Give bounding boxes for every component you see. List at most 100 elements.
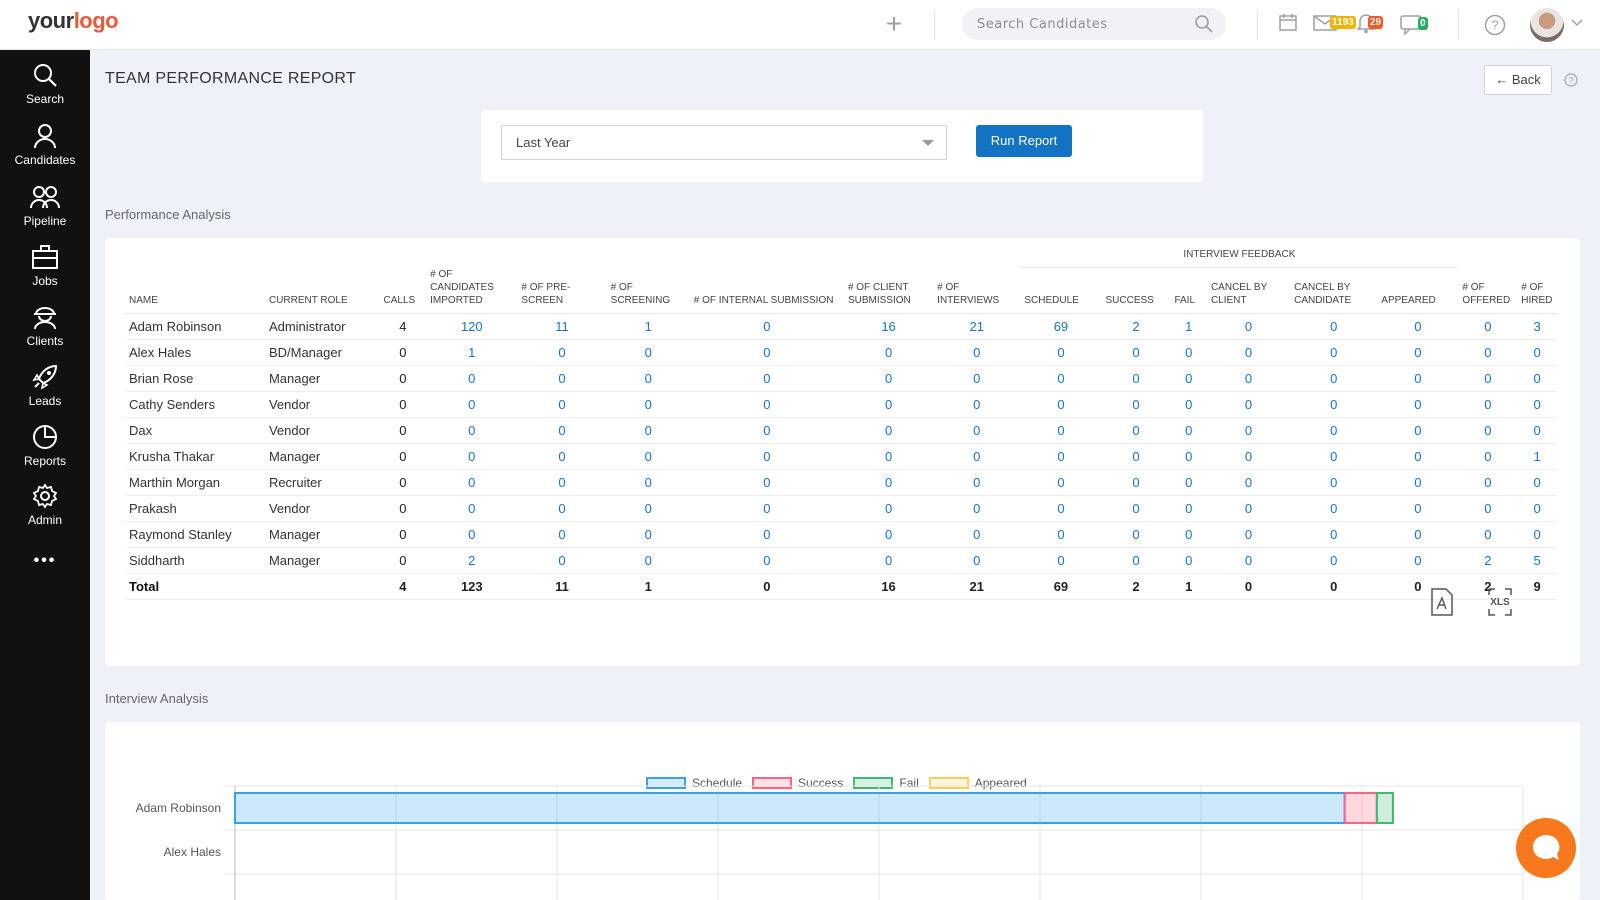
sidebar-item-admin[interactable]: Admin <box>0 483 90 539</box>
metric-cell[interactable]: 0 <box>1170 417 1207 444</box>
metric-cell[interactable]: 0 <box>606 391 690 418</box>
help-icon[interactable]: ? <box>1564 73 1578 87</box>
back-button[interactable]: ← Back <box>1484 65 1552 95</box>
metric-cell[interactable]: 0 <box>426 391 518 418</box>
run-report-button[interactable]: Run Report <box>976 125 1072 157</box>
bar-fail[interactable] <box>1375 792 1394 824</box>
metric-cell[interactable]: 0 <box>1377 339 1459 366</box>
metric-cell[interactable]: 120 <box>426 313 518 340</box>
metric-cell[interactable]: 0 <box>1377 365 1459 392</box>
metric-cell[interactable]: 0 <box>1290 313 1378 340</box>
metric-cell[interactable]: 0 <box>606 495 690 522</box>
metric-cell[interactable]: 0 <box>1377 521 1459 548</box>
metric-cell[interactable]: 0 <box>843 417 934 444</box>
metric-cell[interactable]: 0 <box>1458 313 1518 340</box>
metric-cell[interactable]: 0 <box>843 391 934 418</box>
metric-cell[interactable]: 0 <box>517 469 607 496</box>
sidebar-item-candidates[interactable]: Candidates <box>0 123 90 179</box>
metric-cell[interactable]: 0 <box>1458 495 1518 522</box>
metric-cell[interactable]: 0 <box>1206 417 1291 444</box>
sidebar-item-clients[interactable]: Clients <box>0 304 90 360</box>
metric-cell[interactable]: 0 <box>426 365 518 392</box>
metric-cell[interactable]: 0 <box>606 521 690 548</box>
metric-cell[interactable]: 0 <box>1101 495 1171 522</box>
metric-cell[interactable]: 0 <box>426 469 518 496</box>
metric-cell[interactable]: 0 <box>1377 495 1459 522</box>
metric-cell[interactable]: 0 <box>689 443 844 470</box>
metric-cell[interactable]: 0 <box>1020 495 1102 522</box>
metric-cell[interactable]: 0 <box>1290 469 1378 496</box>
metric-cell[interactable]: 0 <box>1517 495 1557 522</box>
sidebar-item-pipeline[interactable]: Pipeline <box>0 184 90 240</box>
metric-cell[interactable]: 0 <box>1377 443 1459 470</box>
metric-cell[interactable]: 0 <box>933 391 1021 418</box>
metric-cell[interactable]: 0 <box>1458 339 1518 366</box>
metric-cell[interactable]: 5 <box>1517 547 1557 574</box>
chat-widget-button[interactable] <box>1516 818 1576 878</box>
metric-cell[interactable]: 0 <box>1290 391 1378 418</box>
metric-cell[interactable]: 0 <box>1206 391 1291 418</box>
metric-cell[interactable]: 0 <box>689 417 844 444</box>
avatar[interactable] <box>1530 8 1564 42</box>
metric-cell[interactable]: 0 <box>1206 339 1291 366</box>
metric-cell[interactable]: 0 <box>517 495 607 522</box>
metric-cell[interactable]: 0 <box>1290 417 1378 444</box>
bar-success[interactable] <box>1343 792 1378 824</box>
metric-cell[interactable]: 0 <box>517 365 607 392</box>
metric-cell[interactable]: 0 <box>1206 495 1291 522</box>
metric-cell[interactable]: 0 <box>933 521 1021 548</box>
metric-cell[interactable]: 0 <box>1020 417 1102 444</box>
metric-cell[interactable]: 0 <box>1377 313 1459 340</box>
chevron-down-icon[interactable] <box>1570 18 1584 28</box>
metric-cell[interactable]: 0 <box>843 495 934 522</box>
pdf-export-icon[interactable] <box>1431 588 1453 616</box>
metric-cell[interactable]: 0 <box>1170 547 1207 574</box>
metric-cell[interactable]: 0 <box>517 339 607 366</box>
metric-cell[interactable]: 1 <box>1517 443 1557 470</box>
metric-cell[interactable]: 0 <box>1458 521 1518 548</box>
metric-cell[interactable]: 0 <box>1458 391 1518 418</box>
metric-cell[interactable]: 2 <box>1458 547 1518 574</box>
metric-cell[interactable]: 0 <box>1290 443 1378 470</box>
metric-cell[interactable]: 69 <box>1020 313 1102 340</box>
metric-cell[interactable]: 0 <box>606 547 690 574</box>
metric-cell[interactable]: 0 <box>1020 339 1102 366</box>
metric-cell[interactable]: 0 <box>689 547 844 574</box>
metric-cell[interactable]: 0 <box>689 365 844 392</box>
xls-export-icon[interactable]: XLS <box>1487 588 1513 616</box>
metric-cell[interactable]: 0 <box>1458 443 1518 470</box>
metric-cell[interactable]: 0 <box>1101 391 1171 418</box>
metric-cell[interactable]: 0 <box>1458 417 1518 444</box>
metric-cell[interactable]: 0 <box>1170 443 1207 470</box>
add-icon[interactable]: + <box>880 10 908 38</box>
metric-cell[interactable]: 0 <box>1101 365 1171 392</box>
metric-cell[interactable]: 0 <box>606 365 690 392</box>
metric-cell[interactable]: 0 <box>1517 417 1557 444</box>
metric-cell[interactable]: 0 <box>1290 365 1378 392</box>
metric-cell[interactable]: 0 <box>1101 339 1171 366</box>
metric-cell[interactable]: 0 <box>933 547 1021 574</box>
metric-cell[interactable]: 0 <box>1206 313 1291 340</box>
metric-cell[interactable]: 0 <box>1020 547 1102 574</box>
metric-cell[interactable]: 11 <box>517 313 607 340</box>
metric-cell[interactable]: 0 <box>1101 417 1171 444</box>
metric-cell[interactable]: 0 <box>843 469 934 496</box>
metric-cell[interactable]: 0 <box>517 443 607 470</box>
metric-cell[interactable]: 0 <box>843 547 934 574</box>
metric-cell[interactable]: 0 <box>1517 469 1557 496</box>
metric-cell[interactable]: 0 <box>933 443 1021 470</box>
help-icon[interactable]: ? <box>1484 14 1506 36</box>
metric-cell[interactable]: 0 <box>1170 365 1207 392</box>
metric-cell[interactable]: 0 <box>517 417 607 444</box>
metric-cell[interactable]: 0 <box>1458 469 1518 496</box>
search-icon[interactable] <box>1194 14 1214 34</box>
metric-cell[interactable]: 0 <box>1170 391 1207 418</box>
metric-cell[interactable]: 0 <box>1020 469 1102 496</box>
metric-cell[interactable]: 0 <box>933 469 1021 496</box>
calendar-icon[interactable] <box>1278 12 1298 32</box>
metric-cell[interactable]: 0 <box>933 365 1021 392</box>
metric-cell[interactable]: 0 <box>843 521 934 548</box>
metric-cell[interactable]: 0 <box>1206 365 1291 392</box>
metric-cell[interactable]: 0 <box>1020 391 1102 418</box>
metric-cell[interactable]: 0 <box>1517 339 1557 366</box>
